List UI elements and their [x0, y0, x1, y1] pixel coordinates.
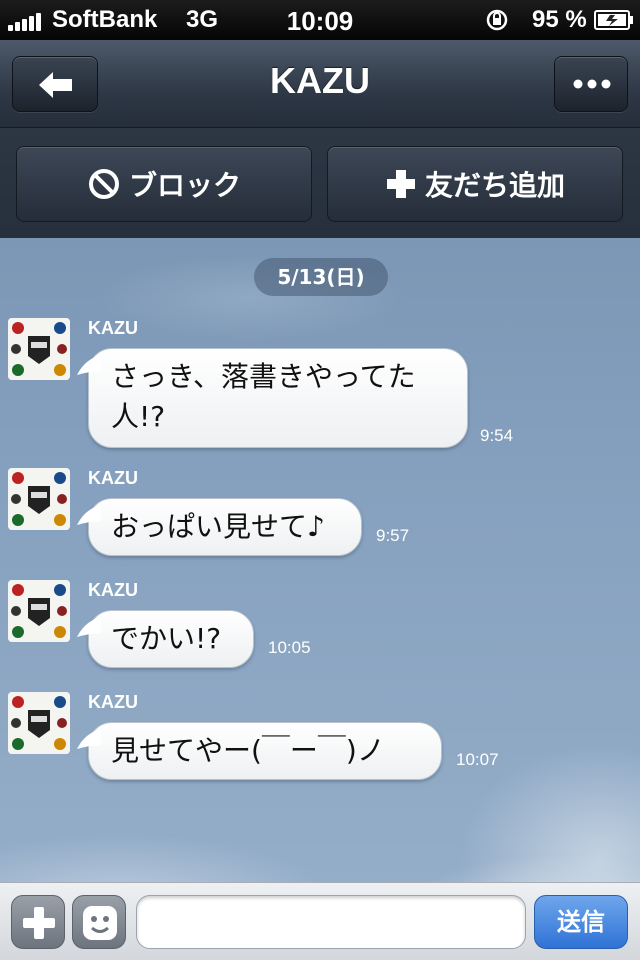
rotation-lock-icon: [486, 9, 508, 31]
chat-area[interactable]: 5/13(日) KAZU さっき、落書きやってた 人!? 9:54 KAZU お…: [0, 238, 640, 882]
message-time: 9:54: [480, 426, 514, 445]
battery-percent: 95 %: [532, 6, 587, 33]
add-friend-label: 友だち追加: [424, 169, 565, 202]
message-bubble[interactable]: さっき、落書きやってた 人!?: [77, 348, 468, 448]
message-time: 10:07: [456, 750, 499, 769]
status-bar: SoftBank 3G 10:09 95 %: [0, 0, 640, 40]
plus-icon: [386, 170, 415, 198]
message-input[interactable]: [136, 895, 526, 949]
message-text: おっぱい見せて♪: [111, 510, 325, 543]
message-bubble[interactable]: でかい!?: [77, 610, 254, 668]
avatar[interactable]: [8, 580, 70, 642]
avatar[interactable]: [8, 692, 70, 754]
send-button[interactable]: 送信: [534, 895, 628, 949]
sticker-button[interactable]: [72, 895, 126, 949]
hockey-logo-avatar-icon: [8, 692, 70, 754]
message-item: KAZU 見せてやー(￣ー￣)ノ 10:07: [0, 688, 640, 788]
message-text-line: 人!?: [111, 400, 166, 433]
message-bubble[interactable]: 見せてやー(￣ー￣)ノ: [77, 722, 442, 780]
hockey-logo-avatar-icon: [8, 468, 70, 530]
smiley-icon: [83, 906, 117, 940]
message-text: 見せてやー(￣ー￣)ノ: [111, 734, 385, 767]
message-time: 10:05: [268, 638, 311, 657]
avatar[interactable]: [8, 468, 70, 530]
sender-name: KAZU: [88, 318, 138, 338]
block-icon: [88, 169, 119, 199]
message-text-line: さっき、落書きやってた: [111, 360, 416, 393]
attach-button[interactable]: [11, 895, 65, 949]
input-bar: 送信: [0, 882, 640, 960]
message-item: KAZU さっき、落書きやってた 人!? 9:54: [0, 314, 640, 454]
add-friend-button[interactable]: 友だち追加: [327, 146, 623, 222]
sender-name: KAZU: [88, 468, 138, 488]
plus-icon: [23, 907, 55, 939]
sender-name: KAZU: [88, 580, 138, 600]
message-item: KAZU おっぱい見せて♪ 9:57: [0, 464, 640, 564]
chat-title: KAZU: [270, 60, 370, 101]
bubble-tail: [77, 355, 101, 375]
avatar[interactable]: [8, 318, 70, 380]
hockey-logo-avatar-icon: [8, 580, 70, 642]
battery-icon: [594, 10, 633, 30]
bubble-tail: [77, 729, 101, 749]
bubble-tail: [77, 617, 101, 637]
message-text: でかい!?: [111, 622, 222, 655]
more-button[interactable]: [554, 56, 628, 112]
more-icon: [573, 79, 611, 89]
message-time: 9:57: [376, 526, 410, 545]
block-button[interactable]: ブロック: [16, 146, 312, 222]
hockey-logo-avatar-icon: [8, 318, 70, 380]
action-bar: ブロック 友だち追加: [0, 128, 640, 238]
bubble-tail: [77, 505, 101, 525]
block-label: ブロック: [128, 169, 241, 202]
date-separator: 5/13(日): [254, 258, 388, 296]
chat-header: KAZU: [0, 40, 640, 128]
sender-name: KAZU: [88, 692, 138, 712]
message-item: KAZU でかい!? 10:05: [0, 576, 640, 676]
message-bubble[interactable]: おっぱい見せて♪: [77, 498, 362, 556]
